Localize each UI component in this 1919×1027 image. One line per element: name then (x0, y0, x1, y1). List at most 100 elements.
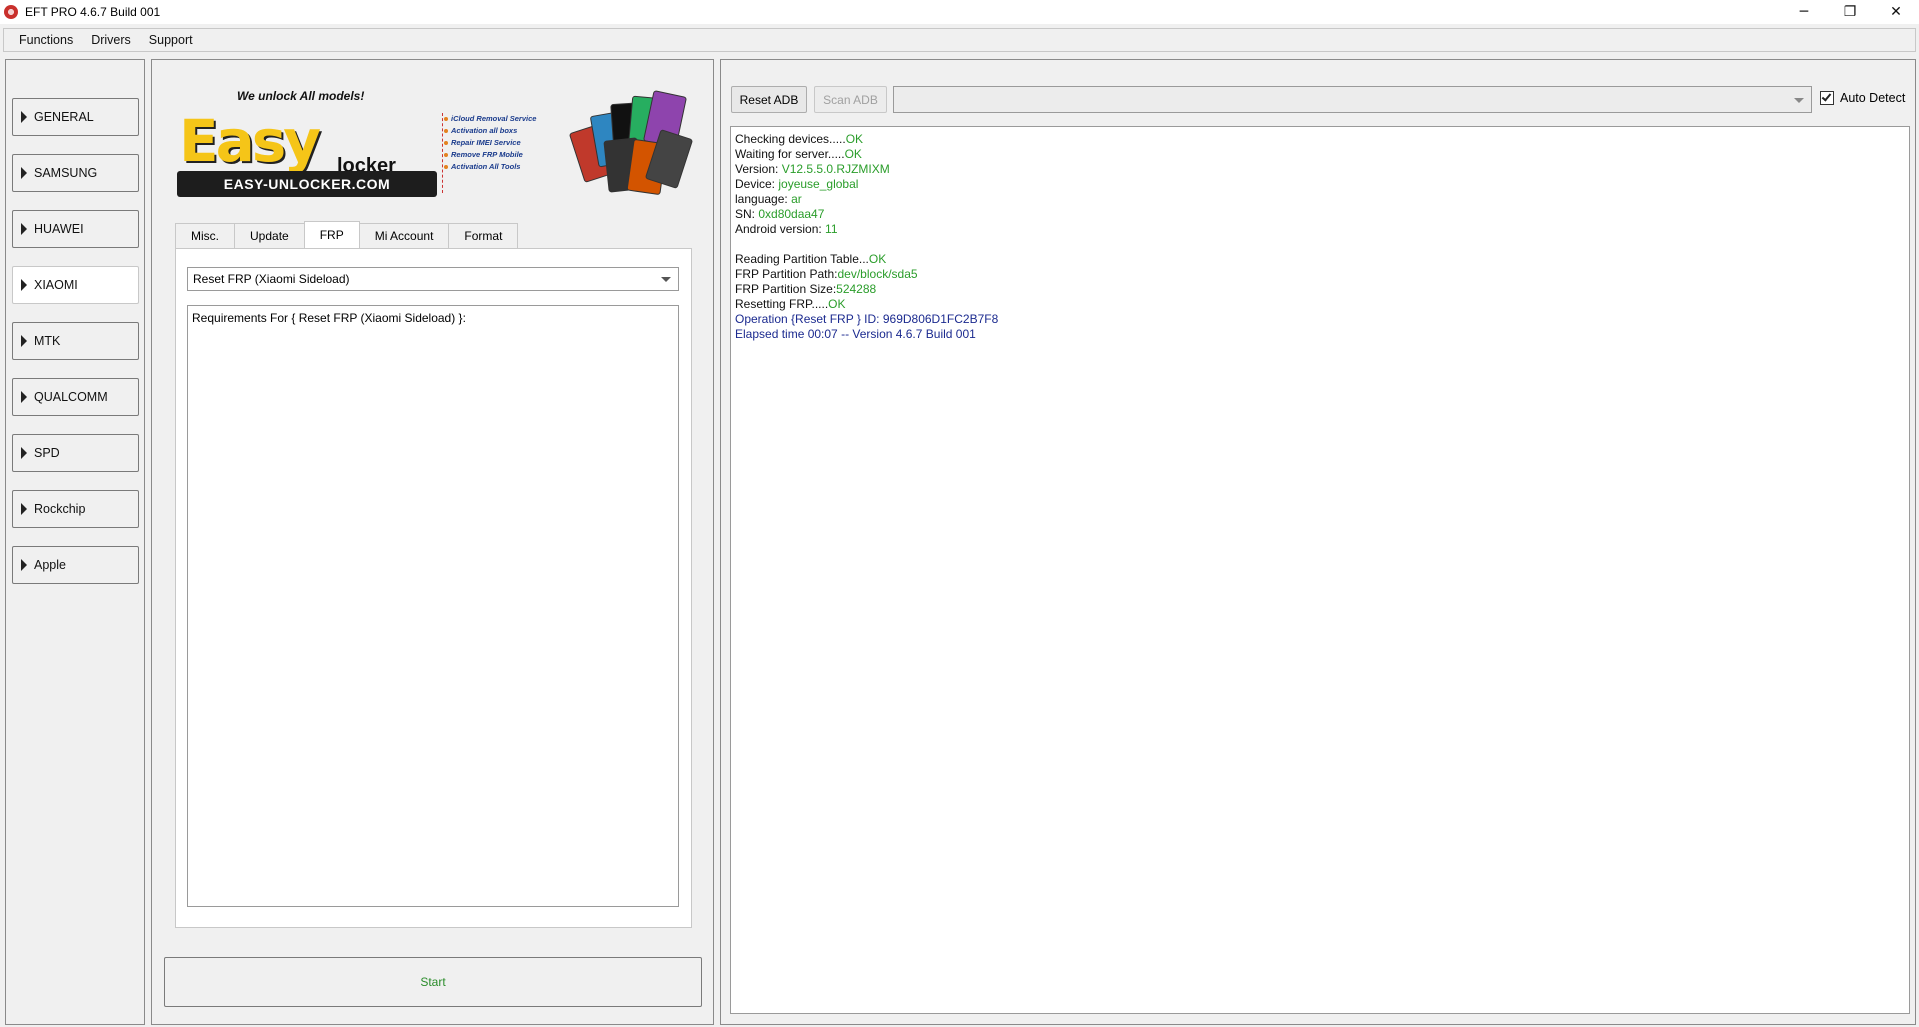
log-line: FRP Partition Path:dev/block/sda5 (735, 267, 1905, 282)
sidebar-item-samsung[interactable]: SAMSUNG (12, 154, 139, 192)
brand-sidebar: GENERAL SAMSUNG HUAWEI XIAOMI MTK QUALCO… (5, 59, 145, 1025)
tab-format[interactable]: Format (448, 223, 519, 248)
start-button[interactable]: Start (164, 957, 702, 1007)
log-value: ar (791, 192, 802, 206)
log-key: Resetting FRP..... (735, 297, 829, 311)
banner-service: Activation all boxs (443, 125, 572, 137)
log-value: 11 (825, 222, 838, 236)
log-line: Device: joyeuse_global (735, 177, 1905, 192)
log-line: Elapsed time 00:07 -- Version 4.6.7 Buil… (735, 327, 1905, 342)
expand-arrow-icon (21, 167, 27, 179)
log-key: Version: (735, 162, 782, 176)
log-panel: Reset ADB Scan ADB Auto Detect Checking … (720, 59, 1916, 1025)
log-key: language: (735, 192, 792, 206)
sidebar-item-apple[interactable]: Apple (12, 546, 139, 584)
menu-drivers[interactable]: Drivers (82, 33, 140, 47)
sidebar-item-label: Rockchip (34, 502, 86, 516)
sidebar-item-mtk[interactable]: MTK (12, 322, 139, 360)
sidebar-item-huawei[interactable]: HUAWEI (12, 210, 139, 248)
log-line: Resetting FRP.....OK (735, 297, 1905, 312)
log-key: Waiting for server..... (735, 147, 845, 161)
log-line: FRP Partition Size:524288 (735, 282, 1905, 297)
requirements-textbox[interactable]: Requirements For { Reset FRP (Xiaomi Sid… (187, 305, 679, 907)
log-value: Operation {Reset FRP } ID: 969D806D1FC2B… (735, 312, 999, 326)
auto-detect-toggle[interactable]: Auto Detect (1820, 91, 1905, 105)
banner-service: iCloud Removal Service (443, 113, 572, 125)
tab-update[interactable]: Update (234, 223, 305, 248)
auto-detect-checkbox[interactable] (1820, 91, 1834, 105)
menu-functions[interactable]: Functions (10, 33, 82, 47)
log-value: 0xd80daa47 (758, 207, 825, 221)
expand-arrow-icon (21, 447, 27, 459)
sidebar-item-label: SPD (34, 446, 60, 460)
menu-support[interactable]: Support (140, 33, 202, 47)
tab-misc[interactable]: Misc. (175, 223, 235, 248)
app-logo-icon (4, 5, 18, 19)
minimize-button[interactable]: ─ (1781, 0, 1827, 24)
xiaomi-tabs: Misc. Update FRP Mi Account Format (175, 221, 519, 248)
sidebar-item-label: GENERAL (34, 110, 94, 124)
sidebar-item-label: SAMSUNG (34, 166, 98, 180)
banner-service: Remove FRP Mobile (443, 149, 572, 161)
sidebar-item-rockchip[interactable]: Rockchip (12, 490, 139, 528)
operation-select[interactable]: Reset FRP (Xiaomi Sideload) (187, 267, 679, 291)
log-line: Version: V12.5.5.0.RJZMIXM (735, 162, 1905, 177)
log-value: joyeuse_global (778, 177, 859, 191)
expand-arrow-icon (21, 559, 27, 571)
close-button[interactable]: ✕ (1873, 0, 1919, 24)
advert-banner: We unlock All models! Easy locker EASY-U… (177, 85, 697, 205)
maximize-button[interactable]: ❐ (1827, 0, 1873, 24)
sidebar-item-general[interactable]: GENERAL (12, 98, 139, 136)
sidebar-item-label: MTK (34, 334, 61, 348)
log-key: FRP Partition Path: (735, 267, 838, 281)
expand-arrow-icon (21, 335, 27, 347)
banner-headline: We unlock All models! (237, 89, 365, 103)
log-key: SN: (735, 207, 759, 221)
tab-mi-account[interactable]: Mi Account (358, 223, 450, 248)
log-line: Checking devices.....OK (735, 132, 1905, 147)
tab-frp[interactable]: FRP (303, 221, 360, 248)
log-line: Android version: 11 (735, 222, 1905, 237)
log-line: Waiting for server.....OK (735, 147, 1905, 162)
window-title: EFT PRO 4.6.7 Build 001 (25, 5, 161, 19)
log-value: OK (845, 132, 864, 146)
log-line: SN: 0xd80daa47 (735, 207, 1905, 222)
scan-adb-button[interactable]: Scan ADB (814, 86, 887, 113)
auto-detect-label: Auto Detect (1840, 91, 1906, 105)
log-value: OK (828, 297, 846, 311)
banner-service: Repair IMEI Service (443, 137, 572, 149)
title-bar: EFT PRO 4.6.7 Build 001 ─ ❐ ✕ (0, 0, 1919, 24)
log-value: 524288 (836, 282, 877, 296)
chevron-down-icon (661, 277, 671, 282)
expand-arrow-icon (21, 503, 27, 515)
log-key: Android version: (735, 222, 826, 236)
log-key: Reading Partition Table... (735, 252, 869, 266)
log-key: FRP Partition Size: (735, 282, 837, 296)
log-value: V12.5.5.0.RJZMIXM (781, 162, 890, 176)
banner-brand-text: Easy (179, 107, 321, 175)
expand-arrow-icon (21, 279, 27, 291)
function-panel: We unlock All models! Easy locker EASY-U… (151, 59, 714, 1025)
sidebar-item-label: HUAWEI (34, 222, 84, 236)
sidebar-item-spd[interactable]: SPD (12, 434, 139, 472)
operation-log[interactable]: Checking devices.....OK Waiting for serve… (730, 126, 1910, 1014)
log-value: OK (844, 147, 862, 161)
sidebar-item-label: Apple (34, 558, 66, 572)
frp-tab-content: Reset FRP (Xiaomi Sideload) Requirements… (175, 248, 692, 928)
banner-cards-image (568, 89, 694, 197)
log-key: Checking devices..... (735, 132, 846, 146)
sidebar-item-xiaomi[interactable]: XIAOMI (12, 266, 139, 304)
log-value: dev/block/sda5 (837, 267, 918, 281)
sidebar-item-label: XIAOMI (34, 278, 78, 292)
checkmark-icon (1821, 91, 1832, 102)
sidebar-item-label: QUALCOMM (34, 390, 108, 404)
expand-arrow-icon (21, 111, 27, 123)
device-select[interactable] (893, 86, 1812, 113)
expand-arrow-icon (21, 223, 27, 235)
reset-adb-button[interactable]: Reset ADB (731, 86, 807, 113)
banner-services-list: iCloud Removal Service Activation all bo… (442, 113, 572, 193)
log-value: Elapsed time 00:07 -- Version 4.6.7 Buil… (735, 327, 976, 341)
sidebar-item-qualcomm[interactable]: QUALCOMM (12, 378, 139, 416)
menu-bar: Functions Drivers Support (3, 28, 1916, 52)
